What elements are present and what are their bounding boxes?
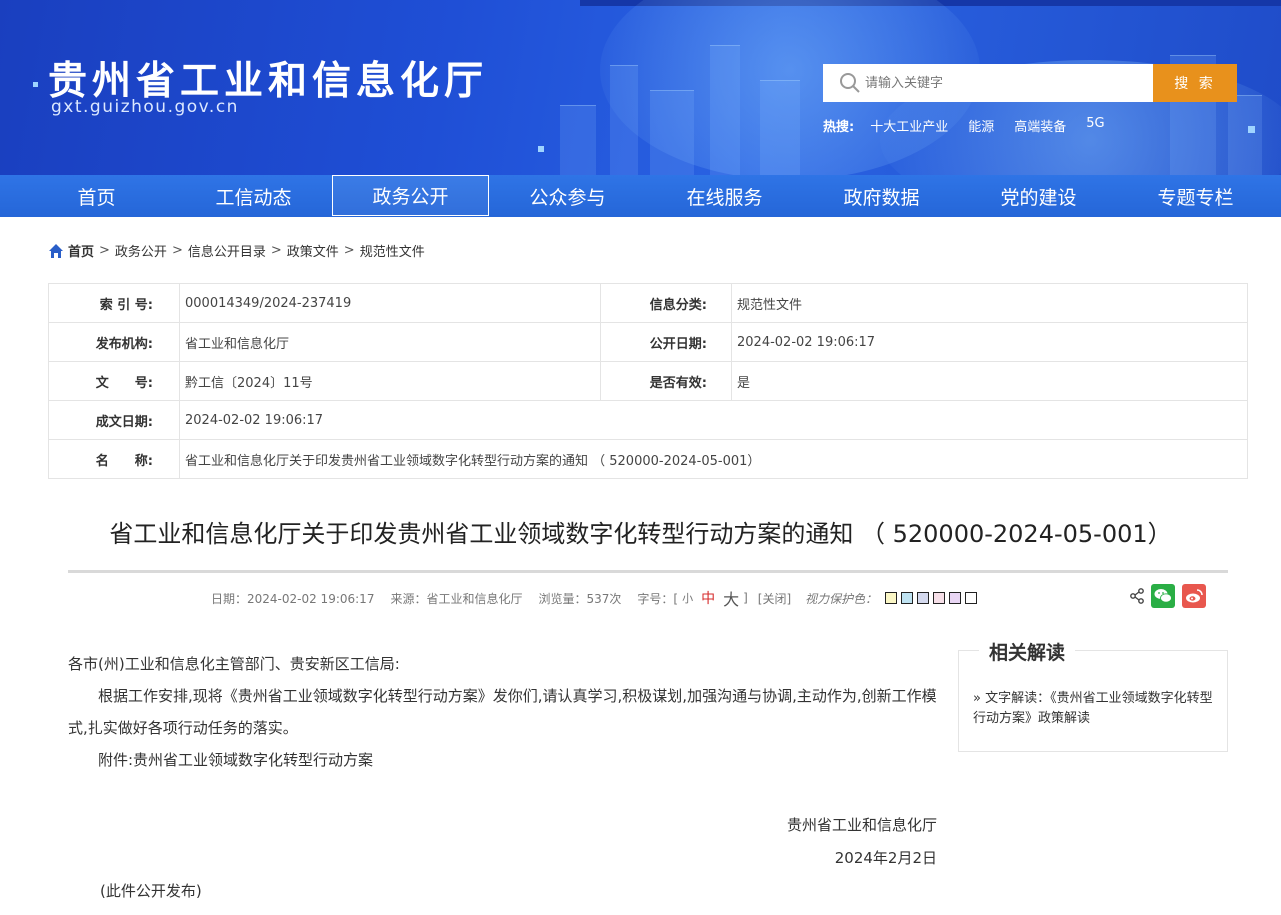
font-size-medium-button[interactable]: 中: [701, 588, 715, 608]
breadcrumb-separator: >: [270, 243, 282, 258]
header-banner: 贵州省工业和信息化厅 gxt.guizhou.gov.cn 搜 索 热搜: 十大…: [0, 0, 1281, 175]
font-size-label: 字号：[: [637, 591, 679, 606]
category-value: 规范性文件: [731, 283, 1248, 323]
skyline-building: [610, 65, 638, 175]
breadcrumb-normative[interactable]: 规范性文件: [360, 241, 425, 260]
meta-date: 日期：2024-02-02 19:06:17: [211, 591, 375, 606]
publication-note: (此件公开发布): [100, 882, 202, 900]
breadcrumb-separator: >: [171, 243, 183, 258]
hot-search-item[interactable]: 5G: [1086, 116, 1104, 135]
title-divider: [68, 570, 1228, 573]
category-label: 信息分类:: [600, 283, 732, 323]
nav-item-topics[interactable]: 专题专栏: [1117, 175, 1274, 217]
written-date-label: 成文日期:: [48, 400, 180, 440]
site-url: gxt.guizhou.gov.cn: [51, 97, 239, 117]
publisher-label: 发布机构:: [48, 322, 180, 362]
search-input[interactable]: [865, 68, 1135, 98]
doc-no-value: 黔工信〔2024〕11号: [179, 361, 601, 401]
table-row: 索 引 号: 000014349/2024-237419 信息分类: 规范性文件: [48, 283, 1248, 323]
skyline-building: [650, 90, 694, 175]
nav-item-online-service[interactable]: 在线服务: [646, 175, 803, 217]
font-size-end: ]: [743, 591, 748, 605]
font-size-small-button[interactable]: 小: [682, 590, 693, 606]
hot-search: 热搜: 十大工业产业 能源 高端装备 5G: [823, 116, 1125, 135]
decor-dot: [33, 82, 38, 87]
skyline-building: [710, 45, 740, 175]
nav-item-news[interactable]: 工信动态: [175, 175, 332, 217]
search-box: [823, 64, 1153, 102]
breadcrumb-separator: >: [99, 243, 110, 258]
valid-value: 是: [731, 361, 1248, 401]
index-no-label: 索 引 号:: [48, 283, 180, 323]
breadcrumb-home[interactable]: 首页: [68, 241, 94, 260]
related-reading-box: 相关解读 » 文字解读：《贵州省工业领域数字化转型 行动方案》政策解读: [958, 638, 1228, 752]
publish-date-label: 公开日期:: [600, 322, 732, 362]
name-label: 名 称:: [48, 439, 180, 479]
signature-org: 贵州省工业和信息化厅: [786, 816, 937, 834]
skyline-building: [760, 80, 800, 175]
hot-search-item[interactable]: 高端装备: [1014, 116, 1066, 135]
nav-item-home[interactable]: 首页: [18, 175, 175, 217]
color-swatch-lavender[interactable]: [917, 592, 930, 604]
color-swatch-pink[interactable]: [933, 592, 946, 604]
body-paragraph: 根据工作安排,现将《贵州省工业领域数字化转型行动方案》发你们,请认真学习,积极谋…: [68, 687, 937, 737]
main-nav: 首页 工信动态 政务公开 公众参与 在线服务 政府数据 党的建设 专题专栏: [0, 175, 1281, 217]
info-table: 索 引 号: 000014349/2024-237419 信息分类: 规范性文件…: [48, 283, 1248, 479]
nav-item-gov-data[interactable]: 政府数据: [803, 175, 960, 217]
meta-views: 浏览量：537次: [538, 591, 622, 606]
article-title: 省工业和信息化厅关于印发贵州省工业领域数字化转型行动方案的通知 （ 520000…: [109, 520, 1172, 548]
breadcrumb-separator: >: [343, 243, 355, 258]
attachment-line[interactable]: 附件:贵州省工业领域数字化转型行动方案: [68, 744, 940, 776]
article-meta: 日期：2024-02-02 19:06:17 来源：省工业和信息化厅 浏览量：5…: [211, 586, 981, 610]
skyline-building: [1228, 95, 1262, 175]
color-swatch-purple[interactable]: [949, 592, 962, 604]
signature-date: 2024年2月2日: [834, 849, 937, 867]
related-reading-link[interactable]: » 文字解读：《贵州省工业领域数字化转型 行动方案》政策解读: [973, 689, 1219, 729]
table-row: 文 号: 黔工信〔2024〕11号 是否有效: 是: [48, 361, 1248, 401]
nav-item-public[interactable]: 公众参与: [489, 175, 646, 217]
publish-date-value: 2024-02-02 19:06:17: [731, 322, 1248, 362]
search-icon: [835, 64, 865, 102]
valid-label: 是否有效:: [600, 361, 732, 401]
decor-dot: [538, 146, 544, 152]
doc-no-label: 文 号:: [48, 361, 180, 401]
decor-dot: [1248, 126, 1255, 133]
skyline-building: [560, 105, 596, 175]
index-no-value: 000014349/2024-237419: [179, 283, 601, 323]
article-body: 各市(州)工业和信息化主管部门、贵安新区工信局: 根据工作安排,现将《贵州省工业…: [68, 648, 940, 776]
hot-search-item[interactable]: 能源: [968, 116, 994, 135]
color-swatch-white[interactable]: [965, 592, 978, 604]
wechat-share-icon[interactable]: [1151, 584, 1175, 608]
share-icon[interactable]: [1129, 588, 1145, 604]
color-swatch-yellow[interactable]: [885, 592, 898, 604]
font-size-large-button[interactable]: 大: [723, 586, 739, 610]
nav-item-party[interactable]: 党的建设: [960, 175, 1117, 217]
meta-source: 来源：省工业和信息化厅: [390, 591, 523, 606]
breadcrumb-policy[interactable]: 政策文件: [287, 241, 339, 260]
related-reading-title: 相关解读: [979, 638, 1076, 665]
breadcrumb-catalog[interactable]: 信息公开目录: [188, 241, 266, 260]
salutation: 各市(州)工业和信息化主管部门、贵安新区工信局:: [68, 655, 400, 673]
weibo-share-icon[interactable]: [1182, 584, 1206, 608]
table-row: 名 称: 省工业和信息化厅关于印发贵州省工业领域数字化转型行动方案的通知 （ 5…: [48, 439, 1248, 479]
table-row: 发布机构: 省工业和信息化厅 公开日期: 2024-02-02 19:06:17: [48, 322, 1248, 362]
breadcrumb-gov-affairs[interactable]: 政务公开: [115, 241, 167, 260]
color-swatch-blue[interactable]: [901, 592, 914, 604]
name-value: 省工业和信息化厅关于印发贵州省工业领域数字化转型行动方案的通知 （ 520000…: [179, 439, 1248, 479]
hot-search-label: 热搜:: [823, 120, 855, 135]
hot-search-item[interactable]: 十大工业产业: [870, 116, 948, 135]
vision-protect-label: 视力保护色：: [805, 591, 878, 606]
close-link[interactable]: [关闭]: [758, 590, 791, 607]
publisher-value: 省工业和信息化厅: [179, 322, 601, 362]
nav-item-gov-affairs[interactable]: 政务公开: [332, 175, 489, 216]
table-row: 成文日期: 2024-02-02 19:06:17: [48, 400, 1248, 440]
written-date-value: 2024-02-02 19:06:17: [179, 400, 1248, 440]
home-icon: [49, 243, 63, 258]
search-button[interactable]: 搜 索: [1153, 64, 1237, 102]
breadcrumb: 首页 > 政务公开 > 信息公开目录 > 政策文件 > 规范性文件: [48, 241, 425, 260]
